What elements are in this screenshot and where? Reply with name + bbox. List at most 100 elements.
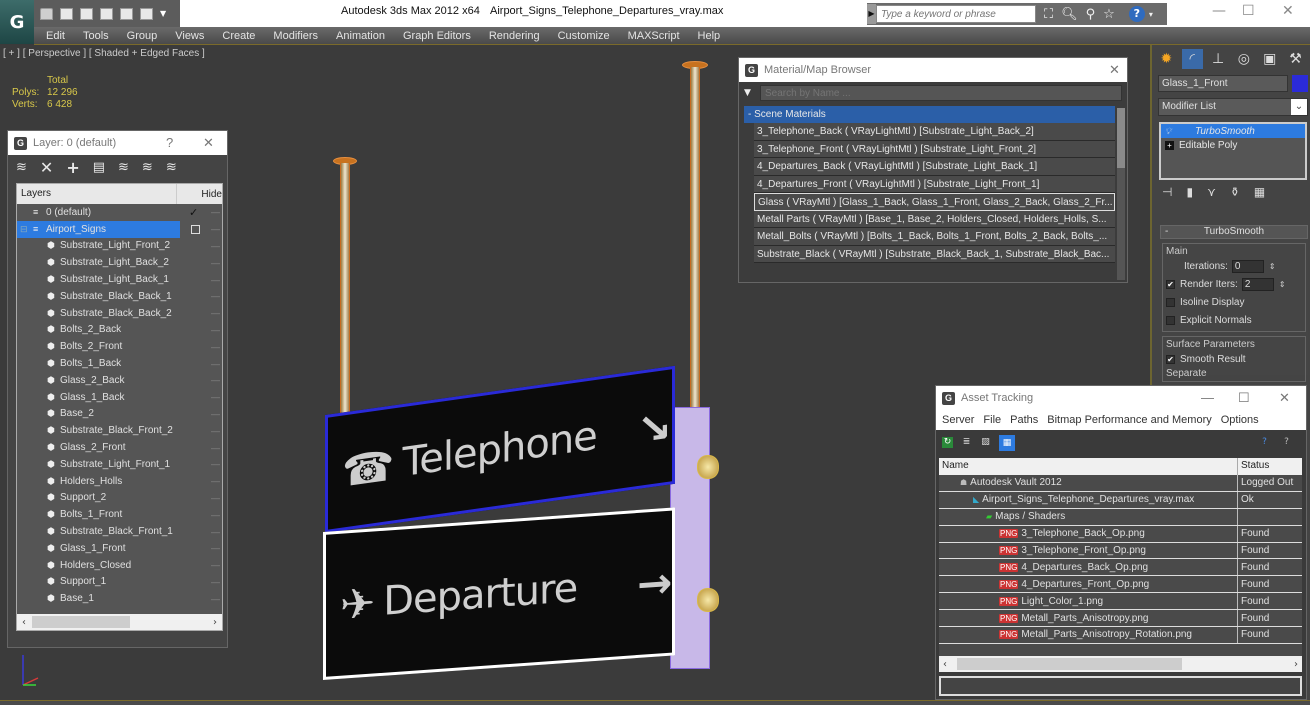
layer-object-row[interactable]: ⬢ Substrate_Light_Front_2 — <box>17 238 222 255</box>
star-icon[interactable]: ☆ <box>1103 7 1115 22</box>
menu-views[interactable]: Views <box>166 30 213 42</box>
layer-dialog-titlebar[interactable]: G Layer: 0 (default) ? ✕ <box>8 131 227 155</box>
asset-row[interactable]: PNG 4_Departures_Front_Op.png Found <box>939 576 1302 594</box>
stack-item-turbosmooth[interactable]: 💡︎ TurboSmooth <box>1161 124 1305 138</box>
project-folder-icon[interactable] <box>100 7 113 20</box>
scroll-left-icon[interactable]: ‹ <box>943 659 947 670</box>
save-file-icon[interactable] <box>60 7 73 20</box>
layer-object-row[interactable]: ⬢ Support_2 — <box>17 490 222 507</box>
create-tab-icon[interactable]: ✹ <box>1156 49 1177 69</box>
hide-toggle[interactable]: — <box>211 493 220 503</box>
departure-sign[interactable]: ✈ Departure → <box>323 507 675 680</box>
material-item[interactable]: Metall_Bolts ( VRayMtl ) [Bolts_1_Back, … <box>754 228 1115 246</box>
select-objects-icon[interactable]: ▤ <box>93 160 105 175</box>
layer-object-row[interactable]: ⬢ Support_1 — <box>17 574 222 591</box>
scroll-thumb[interactable] <box>32 616 130 628</box>
key-icon[interactable]: 🔍︎ <box>1061 7 1078 22</box>
expand-icon[interactable]: + <box>1165 140 1174 150</box>
layer-help-button[interactable]: ? <box>166 135 173 150</box>
motion-tab-icon[interactable]: ◎ <box>1233 49 1254 69</box>
menu-edit[interactable]: Edit <box>34 30 74 42</box>
material-item[interactable]: 4_Departures_Front ( VRayLightMtl ) [Sub… <box>754 175 1115 193</box>
layer-object-row[interactable]: ⬢ Glass_2_Front — <box>17 439 222 456</box>
layer-object-row[interactable]: ⬢ Holders_Closed — <box>17 557 222 574</box>
hierarchy-tab-icon[interactable]: ⊥ <box>1208 49 1229 69</box>
set-current-checkbox[interactable] <box>191 224 200 234</box>
material-item[interactable]: Metall Parts ( VRayMtl ) [Base_1, Base_2… <box>754 210 1115 228</box>
asset-menu-file[interactable]: File <box>983 414 1001 426</box>
scroll-right-icon[interactable]: › <box>1294 659 1298 670</box>
asset-menu-paths[interactable]: Paths <box>1010 414 1038 426</box>
render-iters-spinner[interactable]: 2 <box>1241 277 1274 291</box>
material-browser-close-button[interactable]: ✕ <box>1109 62 1120 78</box>
modifier-list-dropdown[interactable]: Modifier List ⌄ <box>1158 98 1308 116</box>
table-view-icon[interactable]: ▦ <box>999 434 1015 451</box>
material-item[interactable]: Substrate_Black ( VRayMtl ) [Substrate_B… <box>754 245 1115 263</box>
asset-row[interactable]: PNG 3_Telephone_Front_Op.png Found <box>939 542 1302 560</box>
hide-toggle[interactable]: — <box>211 325 220 335</box>
minimize-button[interactable]: — <box>1212 3 1226 19</box>
help-icon[interactable]: ? <box>1128 6 1145 22</box>
asset-row[interactable]: PNG Metall_Parts_Anisotropy.png Found <box>939 610 1302 628</box>
object-name-field[interactable] <box>1158 75 1288 92</box>
smooth-result-checkbox[interactable]: ✔ <box>1166 354 1175 364</box>
create-layer-icon[interactable]: ≋ <box>16 160 27 175</box>
menu-modifiers[interactable]: Modifiers <box>264 30 327 42</box>
layer-row-default[interactable]: ≡ 0 (default) ✓ — <box>17 204 222 221</box>
material-browser-titlebar[interactable]: G Material/Map Browser ✕ <box>739 58 1127 82</box>
layer-object-row[interactable]: ⬢ Substrate_Black_Back_1 — <box>17 288 222 305</box>
isoline-checkbox[interactable] <box>1166 297 1175 307</box>
thumbnail-view-icon[interactable]: ▨ <box>980 437 991 448</box>
menu-customize[interactable]: Customize <box>549 30 619 42</box>
asset-maximize-button[interactable]: ☐ <box>1238 390 1250 406</box>
hide-toggle[interactable]: — <box>211 275 220 285</box>
layer-object-row[interactable]: ⬢ Bolts_1_Back — <box>17 355 222 372</box>
open-file-icon[interactable] <box>40 7 53 20</box>
expand-arrow-icon[interactable]: ▶ <box>867 4 876 24</box>
layer-object-row[interactable]: ⬢ Holders_Holls — <box>17 473 222 490</box>
layer-object-row[interactable]: ⬢ Base_2 — <box>17 406 222 423</box>
asset-path-field[interactable] <box>939 676 1302 696</box>
scroll-left-icon[interactable]: ‹ <box>22 617 26 628</box>
app-logo-icon[interactable]: G <box>0 0 34 44</box>
pin-stack-icon[interactable]: ⊣ <box>1162 185 1172 199</box>
remove-modifier-icon[interactable]: ⚱ <box>1230 185 1240 199</box>
window-icon[interactable] <box>120 7 133 20</box>
hide-toggle[interactable]: — <box>211 577 220 587</box>
layer-object-row[interactable]: ⬢ Substrate_Black_Front_1 — <box>17 523 222 540</box>
help-dropdown-icon[interactable]: ▾ <box>1149 10 1153 19</box>
hide-toggle[interactable]: — <box>211 207 220 217</box>
material-item[interactable]: 4_Departures_Back ( VRayLightMtl ) [Subs… <box>754 158 1115 176</box>
hide-toggle[interactable]: — <box>211 443 220 453</box>
keyword-search-input[interactable] <box>876 5 1036 23</box>
layer-object-row[interactable]: ⬢ Substrate_Light_Back_2 — <box>17 254 222 271</box>
scroll-thumb[interactable] <box>1117 108 1125 168</box>
spinner-arrows-icon[interactable]: ⇕ <box>1279 280 1286 289</box>
object-color-swatch[interactable] <box>1292 75 1308 92</box>
hide-all-layers-icon[interactable]: ≋ <box>142 160 153 175</box>
new-scene-icon[interactable] <box>80 7 93 20</box>
asset-menu-options[interactable]: Options <box>1221 414 1259 426</box>
highlight-layer-icon[interactable]: ≋ <box>118 160 129 175</box>
layer-object-row[interactable]: ⬢ Base_1 — <box>17 590 222 607</box>
maximize-button[interactable]: ☐ <box>1242 3 1255 19</box>
iterations-spinner[interactable]: 0 <box>1231 259 1264 273</box>
layers-column-header[interactable]: Layers <box>17 184 178 204</box>
hide-toggle[interactable]: — <box>211 241 220 251</box>
menu-maxscript[interactable]: MAXScript <box>619 30 689 42</box>
layer-object-row[interactable]: ⬢ Glass_1_Back — <box>17 389 222 406</box>
delete-layer-icon[interactable]: ✕ <box>40 158 53 177</box>
material-item[interactable]: Glass ( VRayMtl ) [Glass_1_Back, Glass_1… <box>754 193 1115 211</box>
utilities-tab-icon[interactable]: ⚒ <box>1285 49 1306 69</box>
asset-row[interactable]: PNG Metall_Parts_Anisotropy_Rotation.png F… <box>939 627 1302 644</box>
menu-create[interactable]: Create <box>213 30 264 42</box>
layer-object-row[interactable]: ⬢ Glass_2_Back — <box>17 372 222 389</box>
hide-toggle[interactable]: — <box>211 258 220 268</box>
layer-close-button[interactable]: ✕ <box>203 135 214 151</box>
hide-toggle[interactable]: — <box>211 426 220 436</box>
chevron-down-icon[interactable]: ⌄ <box>1291 99 1307 115</box>
hide-toggle[interactable]: — <box>211 392 220 402</box>
asset-row[interactable]: ▰ Maps / Shaders <box>939 508 1302 526</box>
material-item[interactable]: 3_Telephone_Front ( VRayLightMtl ) [Subs… <box>754 140 1115 158</box>
browser-options-icon[interactable]: ▼ <box>744 88 760 98</box>
